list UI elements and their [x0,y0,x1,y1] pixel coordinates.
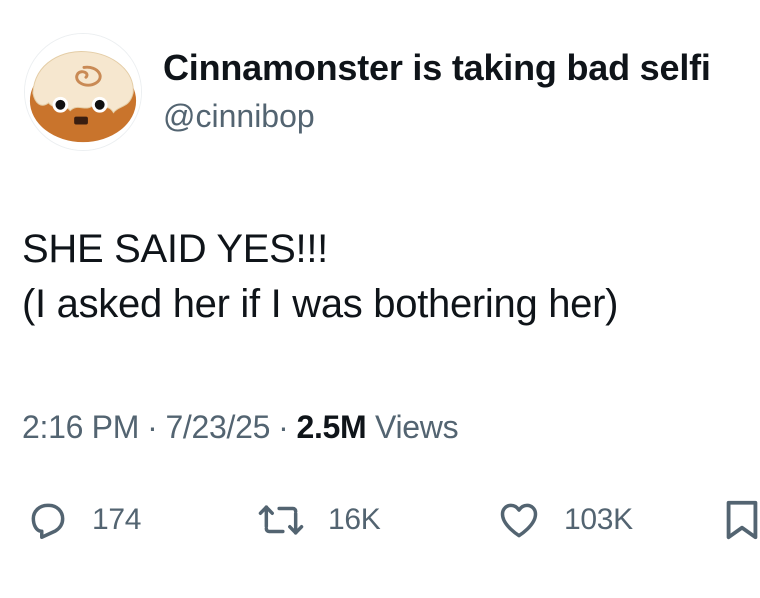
author-handle[interactable]: @cinnibop [163,96,315,136]
bookmark-button[interactable] [724,490,760,550]
repost-icon [256,498,306,542]
tweet-text-line-1: SHE SAID YES!!! [22,227,328,271]
tweet-meta: 2:16 PM · 7/23/25 · 2.5M Views [22,407,459,447]
like-count: 103K [564,503,633,536]
author-display-name[interactable]: Cinnamonster is taking bad selfi [163,46,760,90]
repost-button[interactable]: 16K [256,490,381,550]
action-bar: 174 16K 103K [0,490,760,550]
meta-separator: · [278,409,289,445]
views-label: Views [375,409,459,445]
tweet-text-line-2: (I asked her if I was bothering her) [22,282,619,326]
repost-count: 16K [328,503,381,536]
tweet-text: SHE SAID YES!!! (I asked her if I was bo… [22,222,742,332]
bookmark-icon [724,497,760,543]
cinnamon-roll-avatar-image [25,34,141,150]
like-button[interactable]: 103K [496,490,633,550]
tweet-time[interactable]: 2:16 PM [22,409,139,445]
tweet-date[interactable]: 7/23/25 [165,409,270,445]
views-count: 2.5M [296,409,367,445]
like-icon [496,498,542,542]
reply-icon [26,498,70,542]
reply-count: 174 [92,503,142,536]
reply-button[interactable]: 174 [26,490,141,550]
meta-separator: · [147,409,158,445]
avatar[interactable] [24,33,142,151]
